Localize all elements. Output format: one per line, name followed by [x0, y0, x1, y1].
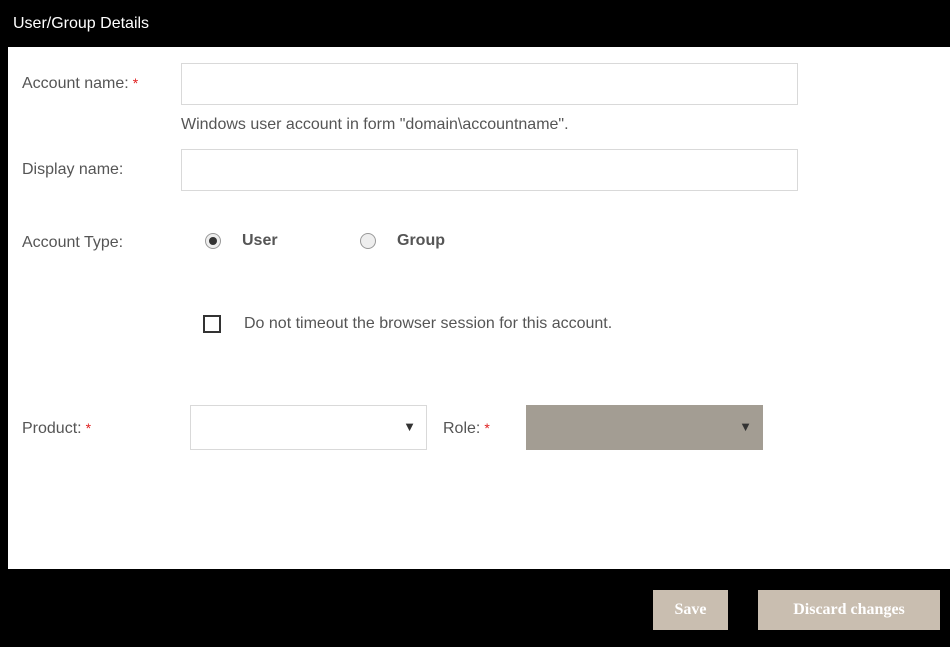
account-type-label: Account Type:	[22, 234, 124, 251]
chevron-down-icon: ▼	[403, 419, 416, 434]
display-name-input[interactable]	[181, 149, 798, 191]
role-label: Role: *	[443, 420, 490, 438]
display-name-label: Display name:	[22, 161, 124, 178]
required-marker: *	[132, 75, 139, 91]
radio-group[interactable]: Group	[360, 232, 445, 250]
role-label-text: Role:	[443, 420, 481, 437]
chevron-down-icon: ▼	[739, 419, 752, 434]
form-panel: Account name: * Windows user account in f…	[8, 47, 950, 569]
radio-group-button[interactable]	[360, 233, 376, 249]
radio-user[interactable]: User	[205, 232, 278, 250]
account-name-label: Account name: *	[22, 75, 138, 93]
required-marker: *	[484, 420, 490, 436]
discard-changes-button[interactable]: Discard changes	[758, 590, 940, 630]
account-name-label-text: Account name:	[22, 75, 129, 92]
footer-bar: Save Discard changes	[0, 569, 950, 647]
radio-group-label: Group	[397, 232, 445, 249]
radio-user-button[interactable]	[205, 233, 221, 249]
account-name-hint: Windows user account in form "domain\acc…	[181, 116, 569, 133]
save-button[interactable]: Save	[653, 590, 728, 630]
dialog-title: User/Group Details	[0, 0, 950, 47]
product-select[interactable]: ▼	[190, 405, 427, 450]
no-timeout-checkbox[interactable]	[203, 315, 221, 333]
account-name-input[interactable]	[181, 63, 798, 105]
radio-user-label: User	[242, 232, 278, 249]
product-label: Product: *	[22, 420, 91, 438]
role-select[interactable]: ▼	[526, 405, 763, 450]
required-marker: *	[85, 420, 92, 436]
no-timeout-label: Do not timeout the browser session for t…	[244, 315, 613, 332]
product-label-text: Product:	[22, 420, 82, 437]
